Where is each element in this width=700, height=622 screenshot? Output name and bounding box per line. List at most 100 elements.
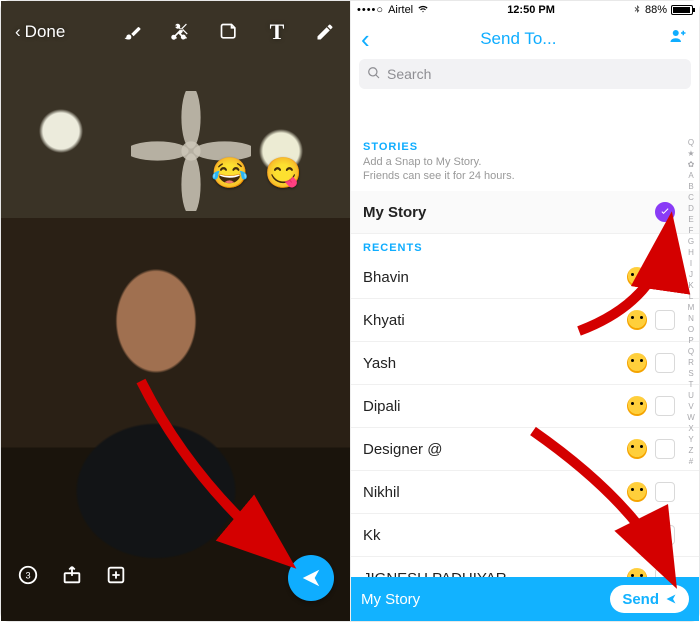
search-placeholder: Search: [387, 66, 431, 82]
index-letter[interactable]: A: [685, 170, 697, 181]
index-letter[interactable]: Q: [685, 346, 697, 357]
alpha-index-rail[interactable]: Q★✿ABCDEFGHIJKLMNOPQRSTUVWXYZ#: [685, 137, 697, 577]
index-letter[interactable]: P: [685, 335, 697, 346]
recent-row[interactable]: Bhavin: [351, 256, 699, 299]
recent-checkbox[interactable]: [655, 525, 675, 545]
recent-name: Designer @: [363, 441, 627, 458]
index-letter[interactable]: V: [685, 401, 697, 412]
send-button[interactable]: [288, 555, 334, 601]
recent-checkbox[interactable]: [655, 267, 675, 287]
index-letter[interactable]: U: [685, 390, 697, 401]
done-label: Done: [25, 22, 66, 42]
index-letter[interactable]: G: [685, 236, 697, 247]
index-letter[interactable]: C: [685, 192, 697, 203]
index-letter[interactable]: ★: [685, 148, 697, 159]
index-letter[interactable]: N: [685, 313, 697, 324]
send-confirm-button[interactable]: Send: [610, 585, 689, 613]
recent-row[interactable]: JIGNESH PADHIYAR: [351, 557, 699, 577]
wifi-icon: [417, 4, 429, 17]
ceiling-fan: [131, 91, 251, 211]
recent-checkbox[interactable]: [655, 439, 675, 459]
pencil-icon[interactable]: [314, 21, 336, 43]
recent-row[interactable]: Yash: [351, 342, 699, 385]
index-letter[interactable]: K: [685, 280, 697, 291]
recent-checkbox[interactable]: [655, 482, 675, 502]
index-letter[interactable]: J: [685, 269, 697, 280]
section-recents-label: RECENTS: [351, 234, 699, 256]
text-icon[interactable]: T: [266, 21, 288, 43]
brush-icon[interactable]: [122, 21, 144, 43]
signal-strength: ••••○: [357, 4, 384, 16]
index-letter[interactable]: W: [685, 412, 697, 423]
sticker-icon[interactable]: [218, 21, 240, 43]
index-letter[interactable]: #: [685, 456, 697, 467]
recent-checkbox[interactable]: [655, 310, 675, 330]
index-letter[interactable]: H: [685, 247, 697, 258]
back-button[interactable]: ‹: [361, 24, 370, 55]
send-confirm-label: Send: [622, 591, 659, 608]
index-letter[interactable]: B: [685, 181, 697, 192]
index-letter[interactable]: I: [685, 258, 697, 269]
recent-checkbox[interactable]: [655, 568, 675, 577]
carrier-label: Airtel: [388, 4, 413, 16]
index-letter[interactable]: S: [685, 368, 697, 379]
search-icon: [367, 66, 381, 83]
index-letter[interactable]: X: [685, 423, 697, 434]
bitmoji-icon: [627, 310, 647, 330]
scissors-icon[interactable]: [170, 21, 192, 43]
recent-checkbox[interactable]: [655, 353, 675, 373]
send-to-list: STORIES Add a Snap to My Story. Friends …: [351, 133, 699, 577]
chevron-left-icon: ‹: [15, 22, 21, 42]
index-letter[interactable]: E: [685, 214, 697, 225]
battery-icon: [671, 5, 693, 15]
editor-bottom-toolbar: 3: [1, 555, 350, 601]
recent-name: Yash: [363, 355, 627, 372]
index-letter[interactable]: M: [685, 302, 697, 313]
section-stories-label: STORIES: [351, 133, 699, 155]
index-letter[interactable]: L: [685, 291, 697, 302]
my-story-row[interactable]: My Story: [351, 191, 699, 234]
recent-row[interactable]: Khyati: [351, 299, 699, 342]
send-bar-selection: My Story: [361, 591, 420, 608]
recent-name: Nikhil: [363, 484, 627, 501]
send-bar: My Story Send: [351, 577, 699, 621]
recent-name: JIGNESH PADHIYAR: [363, 570, 627, 578]
section-stories-subtitle: Add a Snap to My Story. Friends can see …: [351, 155, 699, 191]
my-story-label: My Story: [363, 204, 655, 221]
snap-photo-selfie: [26, 241, 286, 561]
recent-row[interactable]: Dipali: [351, 385, 699, 428]
add-friend-button[interactable]: [667, 27, 689, 51]
recent-name: Dipali: [363, 398, 627, 415]
recent-checkbox[interactable]: [655, 396, 675, 416]
index-letter[interactable]: Q: [685, 137, 697, 148]
status-bar: ••••○ Airtel 12:50 PM 88%: [351, 1, 699, 19]
index-letter[interactable]: Z: [685, 445, 697, 456]
editor-top-toolbar: ‹ Done T: [1, 21, 350, 43]
recent-row[interactable]: Kk: [351, 514, 699, 557]
bitmoji-icon: [627, 482, 647, 502]
done-button[interactable]: ‹ Done: [15, 22, 65, 42]
index-letter[interactable]: F: [685, 225, 697, 236]
index-letter[interactable]: Y: [685, 434, 697, 445]
my-story-checkbox[interactable]: [655, 202, 675, 222]
bitmoji-icon: [627, 439, 647, 459]
recent-row[interactable]: Designer @: [351, 428, 699, 471]
recent-name: Bhavin: [363, 269, 627, 286]
recent-name: Khyati: [363, 312, 627, 329]
index-letter[interactable]: O: [685, 324, 697, 335]
emoji-stickers[interactable]: 😂 😋: [211, 156, 306, 191]
index-letter[interactable]: T: [685, 379, 697, 390]
index-letter[interactable]: R: [685, 357, 697, 368]
bitmoji-icon: [627, 525, 647, 545]
index-letter[interactable]: D: [685, 203, 697, 214]
timer-icon[interactable]: 3: [17, 564, 39, 592]
nav-bar: ‹ Send To...: [351, 19, 699, 59]
save-icon[interactable]: [61, 564, 83, 592]
recent-row[interactable]: Nikhil: [351, 471, 699, 514]
add-to-story-icon[interactable]: [105, 564, 127, 592]
search-input[interactable]: Search: [359, 59, 691, 89]
recent-name: Kk: [363, 527, 627, 544]
svg-text:3: 3: [25, 571, 30, 581]
index-letter[interactable]: ✿: [685, 159, 697, 170]
clock: 12:50 PM: [429, 4, 633, 16]
